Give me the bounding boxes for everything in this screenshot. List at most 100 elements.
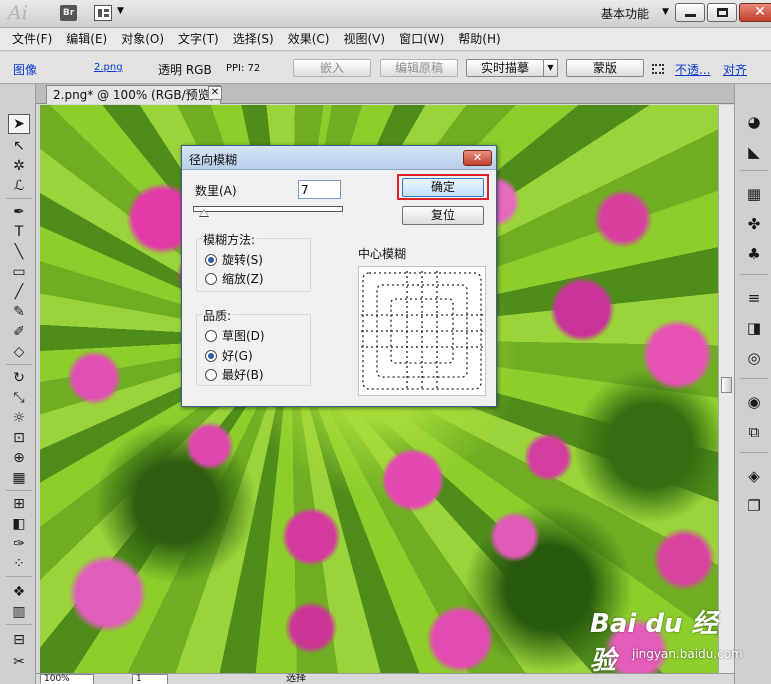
chevron-down-icon[interactable]: ▼ [117, 6, 124, 16]
radio-draft[interactable] [205, 329, 217, 342]
menu-select[interactable]: 选择(S) [233, 28, 274, 50]
transparency-icon[interactable]: ◎ [743, 348, 765, 368]
menu-file[interactable]: 文件(F) [12, 28, 52, 50]
magic-wand-tool-icon[interactable]: ✲ [8, 156, 30, 176]
radio-label-best: 最好(B) [222, 368, 264, 382]
workspace-switcher[interactable]: 基本功能 [601, 5, 649, 22]
radio-best[interactable] [205, 368, 217, 381]
eyedropper-tool-icon[interactable]: ✑ [8, 534, 30, 554]
quality-option-good[interactable]: 好(G) [205, 347, 253, 364]
warp-tool-icon[interactable]: ☼ [8, 408, 30, 428]
live-trace-dropdown[interactable]: ▼ [543, 59, 558, 77]
quality-option-best[interactable]: 最好(B) [205, 366, 264, 383]
mesh-tool-icon[interactable]: ⊞ [8, 494, 30, 514]
zoom-level-field[interactable]: 100% [40, 674, 94, 684]
gradient-tool-icon[interactable]: ◧ [8, 514, 30, 534]
artboard-tool-icon[interactable]: ⊟ [8, 630, 30, 650]
free-transform-tool-icon[interactable]: ⊡ [8, 428, 30, 448]
menu-view[interactable]: 视图(V) [343, 28, 385, 50]
paintbrush-tool-icon[interactable]: ╱ [8, 282, 30, 302]
object-type-link[interactable]: 图像 [13, 61, 37, 78]
graph-tool-icon[interactable]: ▥ [8, 602, 30, 622]
radio-label-draft: 草图(D) [222, 329, 265, 343]
rectangle-tool-icon[interactable]: ▭ [8, 262, 30, 282]
stroke-icon[interactable]: ≡ [743, 288, 765, 308]
quality-option-draft[interactable]: 草图(D) [205, 327, 265, 344]
bridge-button[interactable]: Br [60, 5, 77, 21]
artboards-panel-icon[interactable]: ❐ [743, 496, 765, 516]
appearance-icon[interactable]: ◉ [743, 392, 765, 412]
dialog-close-button[interactable]: ✕ [463, 150, 492, 166]
chevron-down-icon[interactable]: ▼ [662, 7, 669, 17]
blur-center-preview[interactable] [358, 266, 486, 396]
brushes-icon[interactable]: ✤ [743, 214, 765, 234]
file-name-link[interactable]: 2.png [94, 62, 123, 73]
scale-tool-icon[interactable]: ⤡ [8, 388, 30, 408]
reset-button[interactable]: 复位 [402, 206, 484, 225]
opacity-link[interactable]: 不透... [675, 61, 710, 78]
transform-grid-icon[interactable] [652, 64, 664, 74]
perspective-grid-tool-icon[interactable]: ▦ [8, 468, 30, 488]
menu-effect[interactable]: 效果(C) [288, 28, 330, 50]
blur-center-graphic [361, 271, 483, 391]
color-panel-icon[interactable]: ◕ [743, 112, 765, 132]
selection-tool-icon[interactable]: ➤ [8, 114, 30, 134]
amount-input[interactable] [298, 180, 341, 199]
maximize-button[interactable] [707, 3, 737, 22]
lasso-tool-icon[interactable]: ℒ [8, 176, 30, 196]
close-tab-icon[interactable]: ✕ [208, 86, 222, 100]
graphic-styles-icon[interactable]: ⧉ [743, 422, 765, 442]
type-tool-icon[interactable]: T [8, 222, 30, 242]
blur-center-label: 中心模糊 [358, 247, 407, 261]
dialog-title: 径向模糊 [189, 153, 238, 167]
document-tab[interactable]: 2.png* @ 100% (RGB/预览) [46, 85, 222, 104]
scrollbar-thumb[interactable] [721, 377, 732, 393]
pencil-tool-icon[interactable]: ✎ [8, 302, 30, 322]
menu-edit[interactable]: 编辑(E) [66, 28, 107, 50]
app-logo: Ai [8, 2, 28, 24]
shape-builder-tool-icon[interactable]: ⊕ [8, 448, 30, 468]
status-text[interactable]: 选择 [286, 674, 306, 684]
direct-selection-tool-icon[interactable]: ↖ [8, 136, 30, 156]
method-option-zoom[interactable]: 缩放(Z) [205, 270, 264, 287]
live-trace-button[interactable]: 实时描摹 [466, 59, 544, 77]
method-option-spin[interactable]: 旋转(S) [205, 251, 263, 268]
blob-brush-tool-icon[interactable]: ✐ [8, 322, 30, 342]
line-tool-icon[interactable]: ╲ [8, 242, 30, 262]
amount-slider-thumb[interactable] [198, 209, 209, 217]
align-link[interactable]: 对齐 [723, 61, 747, 78]
embed-button[interactable]: 嵌入 [293, 59, 371, 77]
ok-button[interactable]: 确定 [402, 178, 484, 197]
blend-tool-icon[interactable]: ⁘ [8, 554, 30, 574]
minimize-button[interactable] [675, 3, 705, 22]
eraser-tool-icon[interactable]: ◇ [8, 342, 30, 362]
arrange-documents-icon[interactable] [94, 5, 112, 21]
mask-button[interactable]: 蒙版 [566, 59, 644, 77]
radio-zoom[interactable] [205, 272, 217, 285]
blur-method-title: 模糊方法: [203, 231, 258, 248]
rotate-tool-icon[interactable]: ↻ [8, 368, 30, 388]
color-guide-icon[interactable]: ◣ [743, 142, 765, 162]
swatches-icon[interactable]: ▦ [743, 184, 765, 204]
quality-title: 品质: [203, 307, 234, 324]
blur-method-group: 模糊方法: 旋转(S) 缩放(Z) [196, 231, 311, 292]
menu-help[interactable]: 帮助(H) [458, 28, 500, 50]
amount-slider-track[interactable] [193, 206, 343, 212]
close-window-button[interactable]: ✕ [739, 3, 771, 22]
gradient-panel-icon[interactable]: ◨ [743, 318, 765, 338]
menu-type[interactable]: 文字(T) [178, 28, 219, 50]
menu-object[interactable]: 对象(O) [121, 28, 164, 50]
symbols-icon[interactable]: ♣ [743, 244, 765, 264]
vertical-scrollbar[interactable] [718, 105, 734, 673]
radio-good[interactable] [205, 349, 217, 362]
symbol-sprayer-tool-icon[interactable]: ❖ [8, 582, 30, 602]
dialog-title-bar[interactable]: 径向模糊 ✕ [182, 146, 496, 170]
menu-window[interactable]: 窗口(W) [399, 28, 444, 50]
edit-original-button[interactable]: 编辑原稿 [380, 59, 458, 77]
layers-icon[interactable]: ◈ [743, 466, 765, 486]
artboard-number-field[interactable]: 1 [132, 674, 168, 684]
slice-tool-icon[interactable]: ✂ [8, 652, 30, 672]
radio-spin[interactable] [205, 253, 217, 266]
pen-tool-icon[interactable]: ✒ [8, 202, 30, 222]
color-mode-label: 透明 RGB [158, 63, 212, 77]
